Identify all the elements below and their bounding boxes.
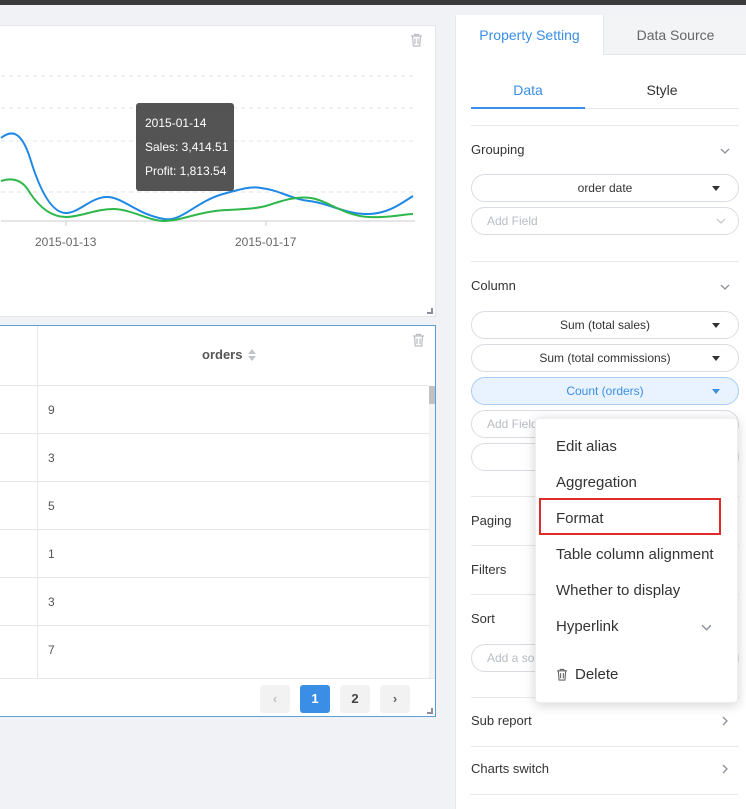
table-row[interactable]: 5 — [0, 482, 429, 530]
menu-item-whether-to-display[interactable]: Whether to display — [556, 582, 680, 599]
paging-section-title[interactable]: Paging — [471, 513, 511, 528]
table-widget[interactable]: orders 9 3 5 1 3 7 ‹ 1 2 › — [0, 325, 436, 717]
sort-placeholder: Add a sort — [487, 651, 542, 665]
grouping-section-title[interactable]: Grouping — [471, 142, 524, 157]
divider — [471, 746, 739, 747]
x-tick-label: 2015-01-13 — [35, 235, 97, 249]
menu-item-aggregation[interactable]: Aggregation — [556, 474, 637, 491]
divider — [470, 794, 738, 795]
pager-prev-button[interactable]: ‹ — [260, 685, 290, 713]
table-header: orders — [0, 326, 429, 386]
trash-icon — [556, 668, 568, 681]
orders-cell: 9 — [48, 403, 55, 417]
table-row[interactable]: 3 — [0, 578, 429, 626]
column-field-total-sales[interactable]: Sum (total sales) — [471, 311, 739, 339]
pill-label: Sum (total sales) — [559, 318, 651, 332]
chart-tooltip: 2015-01-14 Sales: 3,414.51 Profit: 1,813… — [136, 103, 234, 191]
table-row[interactable]: 1 — [0, 530, 429, 578]
subtab-style[interactable]: Style — [585, 75, 739, 109]
sort-section-title[interactable]: Sort — [471, 611, 495, 626]
orders-cell: 1 — [48, 547, 55, 561]
vertical-scrollbar[interactable] — [429, 386, 435, 678]
grouping-field-order-date[interactable]: order date — [471, 174, 739, 202]
orders-cell: 3 — [48, 595, 55, 609]
pager-page-2[interactable]: 2 — [340, 685, 370, 713]
pill-label: Count (orders) — [566, 384, 644, 398]
grouping-add-field[interactable]: Add Field — [471, 207, 739, 235]
divider — [471, 261, 739, 262]
caret-down-icon[interactable] — [712, 186, 720, 191]
pager-page-1[interactable]: 1 — [300, 685, 330, 713]
orders-column-header[interactable]: orders — [202, 347, 242, 362]
column-context-menu: Edit alias Aggregation Format Table colu… — [535, 418, 738, 703]
trash-icon[interactable] — [412, 333, 425, 347]
sort-icon[interactable] — [247, 348, 257, 362]
table-row[interactable]: 3 — [0, 434, 429, 482]
menu-item-delete[interactable]: Delete — [575, 666, 618, 683]
menu-item-hyperlink[interactable]: Hyperlink — [556, 618, 619, 635]
menu-item-format[interactable]: Format — [556, 510, 604, 527]
caret-down-icon[interactable] — [712, 323, 720, 328]
tab-property-setting[interactable]: Property Setting — [456, 15, 604, 55]
menu-item-edit-alias[interactable]: Edit alias — [556, 438, 617, 455]
orders-cell: 5 — [48, 499, 55, 513]
caret-down-icon[interactable] — [712, 356, 720, 361]
column-field-total-commissions[interactable]: Sum (total commissions) — [471, 344, 739, 372]
table-footer-divider — [0, 678, 435, 679]
filters-section-title[interactable]: Filters — [471, 562, 506, 577]
add-field-placeholder: Add Field — [487, 417, 538, 431]
pager-next-button[interactable]: › — [380, 685, 410, 713]
pill-label: order date — [577, 181, 633, 195]
tooltip-profit: Profit: 1,813.54 — [145, 164, 227, 178]
chevron-down-icon[interactable] — [701, 622, 712, 633]
table-row[interactable]: 7 — [0, 626, 429, 674]
scrollbar-thumb[interactable] — [429, 386, 435, 404]
sub-report-section-title[interactable]: Sub report — [471, 713, 532, 728]
chevron-down-icon[interactable] — [720, 146, 730, 156]
divider — [471, 125, 739, 126]
chevron-right-icon[interactable] — [720, 764, 730, 774]
subtab-data[interactable]: Data — [471, 75, 585, 109]
column-field-count-orders[interactable]: Count (orders) — [471, 377, 739, 405]
panel-tabs: Property Setting Data Source — [456, 15, 746, 55]
charts-switch-section-title[interactable]: Charts switch — [471, 761, 549, 776]
pill-label: Sum (total commissions) — [539, 351, 671, 365]
x-tick-label: 2015-01-17 — [235, 235, 297, 249]
caret-down-icon[interactable] — [712, 389, 720, 394]
orders-cell: 7 — [48, 643, 55, 657]
add-field-placeholder: Add Field — [487, 214, 538, 228]
orders-cell: 3 — [48, 451, 55, 465]
chevron-down-icon[interactable] — [720, 282, 730, 292]
resize-handle[interactable] — [427, 308, 433, 314]
chevron-right-icon[interactable] — [720, 716, 730, 726]
tooltip-date: 2015-01-14 — [145, 116, 207, 130]
chevron-down-icon — [716, 218, 726, 224]
resize-handle[interactable] — [427, 708, 433, 714]
tab-data-source[interactable]: Data Source — [604, 15, 746, 55]
table-row[interactable]: 9 — [0, 386, 429, 434]
column-section-title[interactable]: Column — [471, 278, 516, 293]
tooltip-sales: Sales: 3,414.51 — [145, 140, 229, 154]
menu-item-table-column-alignment[interactable]: Table column alignment — [556, 546, 714, 563]
